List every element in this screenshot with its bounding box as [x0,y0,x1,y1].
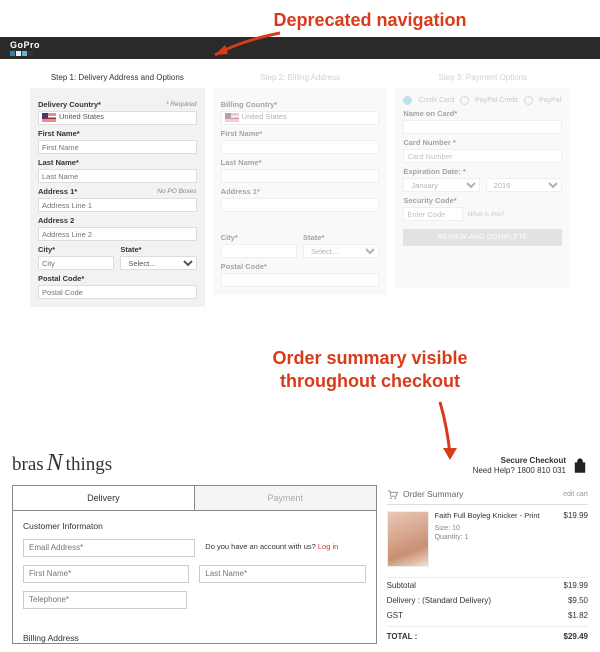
step2-title: Step 2: Billing Address [213,69,388,88]
delivery-country-select[interactable]: United States [38,111,197,125]
b-first-name-label: First Name* [221,129,380,138]
exp-year-select[interactable]: 2016 [486,178,562,192]
b-first-name-input[interactable] [221,140,380,154]
bnt-lastname-input[interactable] [199,565,365,583]
review-complete-button[interactable]: REVIEW AND COMPLETE [403,229,562,246]
security-code-label: Security Code* [403,196,562,205]
state-select[interactable]: Select... [120,256,196,270]
tab-payment[interactable]: Payment [195,486,376,511]
credit-card-label: Credit Card [418,97,454,104]
step1-title: Step 1: Delivery Address and Options [30,69,205,88]
card-number-label: Card Number * [403,138,562,147]
order-summary-title: Order Summary [403,489,463,499]
city-input[interactable] [38,256,114,270]
step3-panel: Credit Card PayPal Credit PayPal Name on… [395,88,570,288]
item-image [387,511,429,567]
edit-cart-link[interactable]: edit cart [563,491,588,498]
city-label: City* [38,245,114,254]
billing-country-select[interactable]: United States [221,111,380,125]
bnt-tabs: Delivery Payment [13,486,376,511]
security-code-input[interactable] [403,207,463,221]
exp-month-select[interactable]: January [403,178,479,192]
state-label: State* [120,245,196,254]
billing-address-title: Billing Address [13,627,376,643]
name-on-card-input[interactable] [403,120,562,134]
b-last-name-input[interactable] [221,169,380,183]
paypal-credit-label: PayPal Credit [475,97,518,104]
billing-country-label: Billing Country* [221,100,380,109]
bnt-checkout: brasNthings Secure Checkout Need Help? 1… [0,440,600,644]
expiration-label: Expiration Date: * [403,167,562,176]
order-summary-panel: Order Summary edit cart Faith Full Boyle… [387,485,588,644]
paypal-label: PayPal [539,97,561,104]
total-value: $29.49 [564,632,588,641]
subtotal-label: Subtotal [387,581,416,590]
first-name-label: First Name* [38,129,197,138]
delivery-value: $9.50 [568,596,588,605]
b-city-label: City* [221,233,297,242]
bnt-body: Delivery Payment Customer Informaton Do … [12,485,588,644]
whats-this-link[interactable]: What is this? [467,211,504,218]
telephone-input[interactable] [23,591,187,609]
cart-item: Faith Full Boyleg Knicker - Print Size: … [387,505,588,578]
order-summary-header: Order Summary edit cart [387,485,588,505]
gopro-step1-col: Step 1: Delivery Address and Options Del… [30,69,205,307]
email-input[interactable] [23,539,195,557]
b-address1-input[interactable] [221,198,380,212]
total-label: TOTAL : [387,632,418,641]
gopro-step3-col: Step 3: Payment Options Credit Card PayP… [395,69,570,307]
item-qty: Quantity: 1 [435,533,558,543]
item-name: Faith Full Boyleg Knicker - Print [435,511,558,522]
b-postal-input[interactable] [221,273,380,287]
gst-value: $1.82 [568,611,588,620]
annotation-mid: Order summary visible throughout checkou… [140,327,600,404]
login-prompt: Do you have an account with us? Log in [205,539,365,551]
us-flag-icon [225,113,239,122]
address2-input[interactable] [38,227,197,241]
delivery-country-label: Delivery Country** Required [38,100,197,109]
gopro-step2-col: Step 2: Billing Address Billing Country*… [213,69,388,307]
address2-label: Address 2 [38,216,197,225]
b-state-label: State* [303,233,379,242]
step3-title: Step 3: Payment Options [395,69,570,88]
postal-label: Postal Code* [38,274,197,283]
subtotal-value: $19.99 [564,581,588,590]
cart-icon [387,489,398,500]
name-on-card-label: Name on Card* [403,109,562,118]
b-last-name-label: Last Name* [221,158,380,167]
postal-input[interactable] [38,285,197,299]
bnt-form-panel: Delivery Payment Customer Informaton Do … [12,485,377,644]
step1-panel: Delivery Country** Required United State… [30,88,205,307]
b-state-select[interactable]: Select... [303,244,379,258]
gopro-checkout: Step 1: Delivery Address and Options Del… [0,59,600,327]
card-number-input[interactable] [403,149,562,163]
customer-info-section: Customer Informaton Do you have an accou… [13,511,376,627]
address1-input[interactable] [38,198,197,212]
login-link[interactable]: Log in [318,542,338,551]
address1-label: Address 1*No PO Boxes [38,187,197,196]
item-size: Size: 10 [435,524,558,534]
last-name-input[interactable] [38,169,197,183]
delivery-label: Delivery : (Standard Delivery) [387,596,491,605]
customer-info-title: Customer Informaton [23,521,366,531]
b-postal-label: Postal Code* [221,262,380,271]
tab-delivery[interactable]: Delivery [13,486,195,511]
step2-panel: Billing Country* United States First Nam… [213,88,388,295]
us-flag-icon [42,113,56,122]
paypal-credit-radio[interactable] [460,96,469,105]
gst-label: GST [387,611,403,620]
order-totals: Subtotal $19.99 Delivery : (Standard Deli… [387,578,588,644]
credit-card-radio[interactable] [403,96,412,105]
paypal-radio[interactable] [524,96,533,105]
bnt-firstname-input[interactable] [23,565,189,583]
first-name-input[interactable] [38,140,197,154]
item-price: $19.99 [564,511,588,567]
last-name-label: Last Name* [38,158,197,167]
b-city-input[interactable] [221,244,297,258]
b-address1-label: Address 1* [221,187,380,196]
